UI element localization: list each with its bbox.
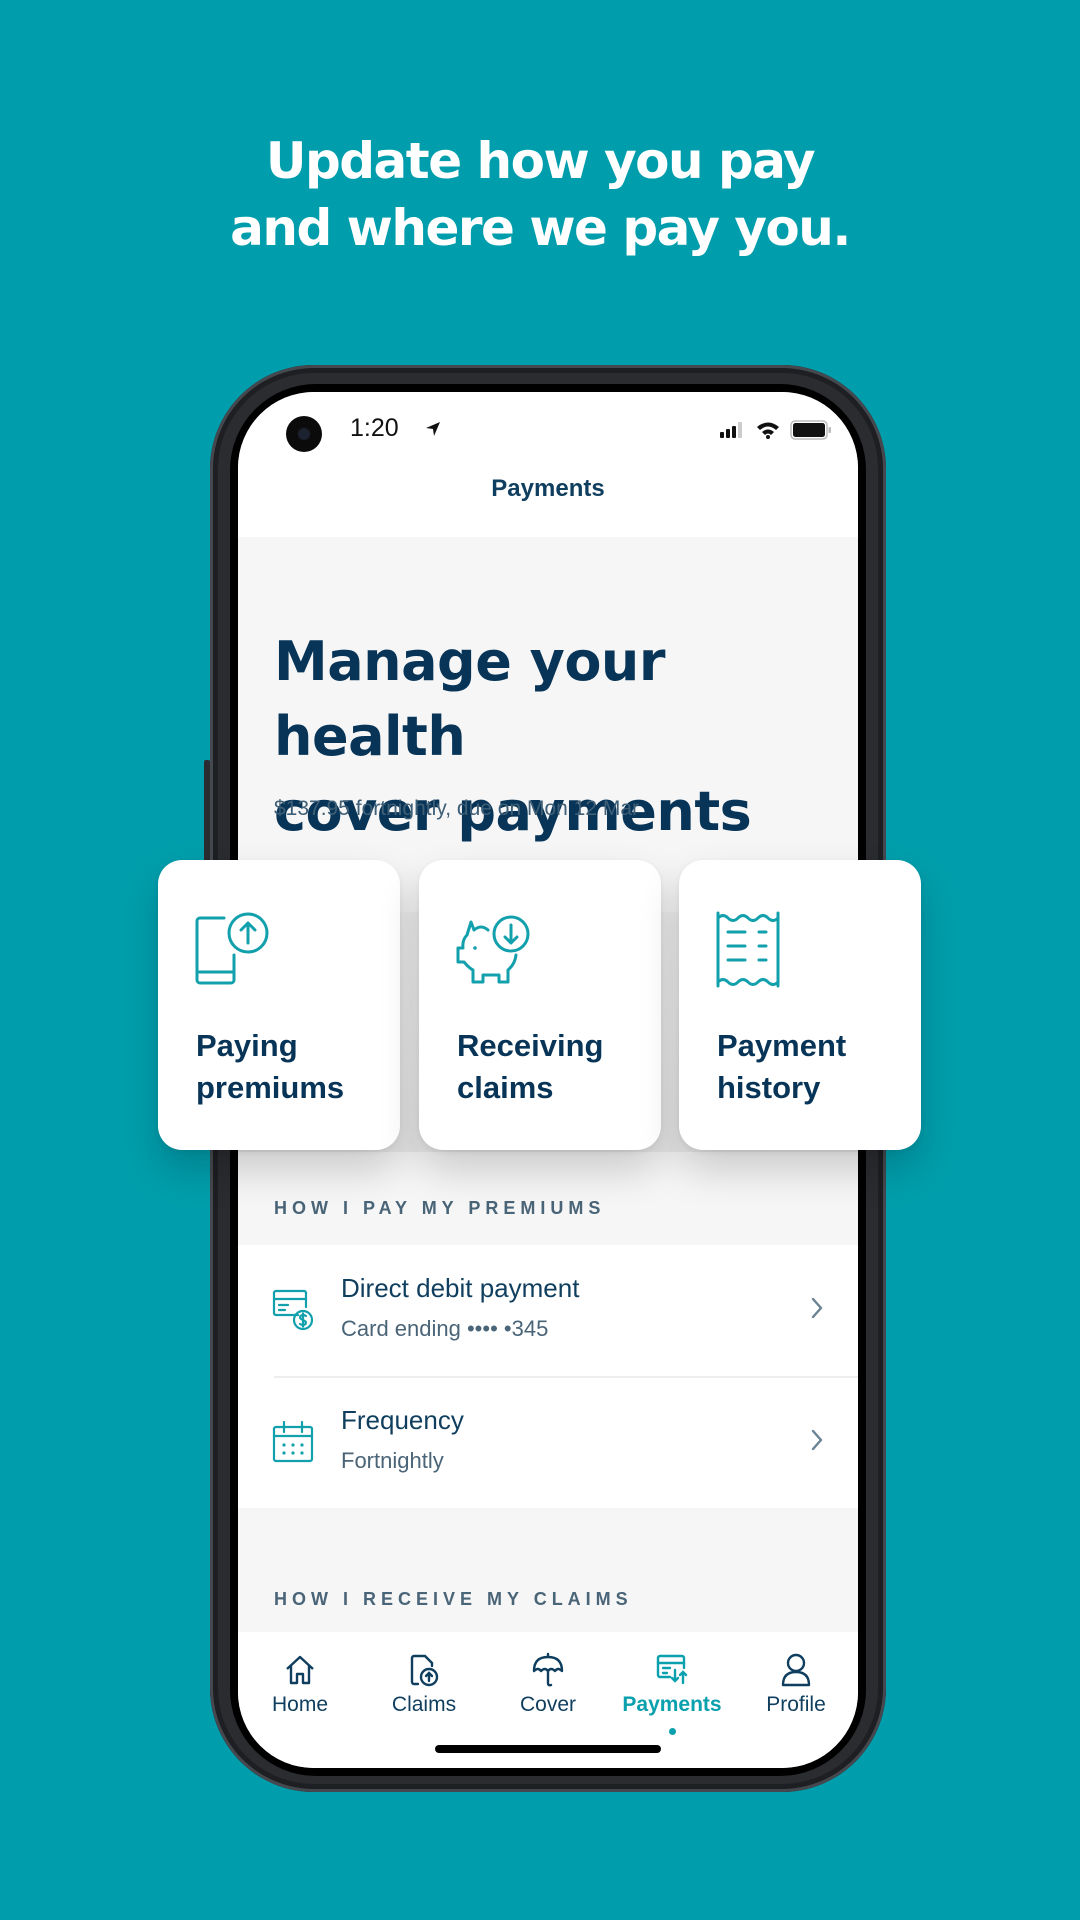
promo-headline-line-2: and where we pay you. <box>230 199 851 257</box>
bottom-tab-bar: Home Claims Cover Payments Profile <box>238 1632 858 1768</box>
content-heading-line-1: Manage your health <box>274 630 666 768</box>
home-icon <box>284 1652 316 1688</box>
direct-debit-row[interactable]: Direct debit payment Card ending •••• •3… <box>238 1245 858 1378</box>
card-label-line: history <box>717 1070 821 1105</box>
row-subtitle: Fortnightly <box>341 1448 444 1473</box>
row-title: Frequency <box>341 1405 464 1435</box>
payments-icon <box>656 1652 688 1688</box>
tab-claims[interactable]: Claims <box>362 1632 486 1742</box>
receiving-claims-card[interactable]: Receiving claims <box>419 860 661 1150</box>
claims-upload-icon <box>408 1652 440 1688</box>
battery-icon <box>790 420 832 444</box>
home-indicator <box>435 1745 661 1753</box>
chevron-right-icon <box>810 1295 824 1325</box>
profile-icon <box>780 1652 812 1688</box>
tab-label: Cover <box>519 1693 577 1716</box>
payment-summary: $137.95 fortnightly, due on Mon 12 Mar <box>274 797 640 820</box>
calendar-icon <box>272 1420 314 1467</box>
card-label-line: Payment <box>717 1028 847 1063</box>
card-label: Receiving claims <box>457 1025 603 1109</box>
wifi-icon <box>756 421 780 443</box>
tab-label: Payments <box>622 1693 722 1716</box>
status-icons <box>720 420 832 444</box>
tab-payments[interactable]: Payments <box>610 1632 734 1742</box>
claims-section-label: HOW I RECEIVE MY CLAIMS <box>274 1589 633 1609</box>
status-time: 1:20 <box>350 414 399 442</box>
card-label: Payment history <box>717 1025 846 1109</box>
page-title: Payments <box>491 475 605 502</box>
status-bar: 1:20 <box>238 392 858 462</box>
card-label-line: premiums <box>196 1070 345 1105</box>
premiums-section-label: HOW I PAY MY PREMIUMS <box>274 1198 606 1218</box>
promo-headline-line-1: Update how you pay <box>265 132 816 190</box>
umbrella-icon <box>532 1652 564 1688</box>
row-title: Direct debit payment <box>341 1273 580 1303</box>
card-dollar-icon <box>272 1289 314 1337</box>
tab-cover[interactable]: Cover <box>486 1632 610 1742</box>
nav-header: Payments <box>238 462 858 537</box>
piggy-bank-download-icon <box>455 910 535 994</box>
card-label-line: claims <box>457 1070 554 1105</box>
premiums-list: Direct debit payment Card ending •••• •3… <box>238 1245 858 1508</box>
card-label-line: Receiving <box>457 1028 604 1063</box>
row-subtitle: Card ending •••• •345 <box>341 1316 549 1341</box>
card-label: Paying premiums <box>196 1025 344 1109</box>
chevron-right-icon <box>810 1427 824 1457</box>
active-tab-indicator <box>669 1728 676 1735</box>
receipt-icon <box>715 910 795 994</box>
front-camera <box>286 416 322 452</box>
payment-history-card[interactable]: Payment history <box>679 860 921 1150</box>
phone-volume-button <box>204 760 210 870</box>
frequency-row[interactable]: Frequency Fortnightly <box>238 1377 858 1508</box>
phone-upload-icon <box>194 910 274 994</box>
promo-headline: Update how you pay and where we pay you. <box>0 128 1080 262</box>
card-label-line: Paying <box>196 1028 298 1063</box>
tab-profile[interactable]: Profile <box>734 1632 858 1742</box>
tab-label: Claims <box>391 1693 457 1716</box>
cellular-signal-icon <box>720 422 746 442</box>
paying-premiums-card[interactable]: Paying premiums <box>158 860 400 1150</box>
tab-home[interactable]: Home <box>238 1632 362 1742</box>
tab-label: Profile <box>766 1693 826 1716</box>
tab-label: Home <box>271 1693 329 1716</box>
location-arrow-icon <box>424 420 442 442</box>
